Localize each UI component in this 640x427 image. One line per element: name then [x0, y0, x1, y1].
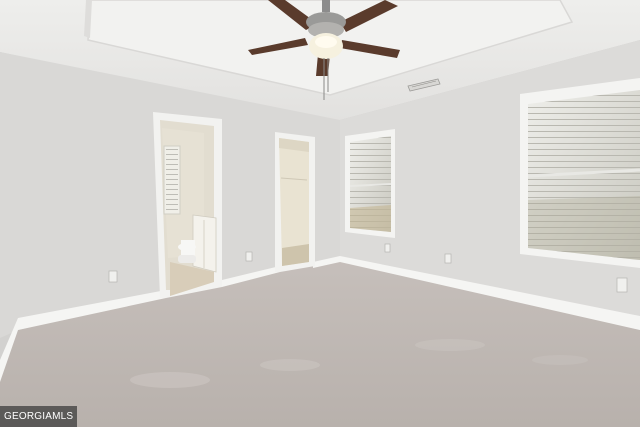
window-right[interactable] [520, 78, 640, 268]
outlet [616, 277, 628, 293]
closet-doorway[interactable] [275, 132, 315, 272]
room-photo: GEORGIAMLS [0, 0, 640, 427]
window-left[interactable] [345, 129, 395, 238]
outlet [108, 270, 118, 283]
outlet [245, 251, 253, 262]
outlet [444, 253, 452, 264]
bathroom-doorway[interactable] [153, 112, 222, 298]
outlet [384, 243, 391, 253]
watermark: GEORGIAMLS [0, 406, 78, 427]
room-scene [0, 0, 640, 427]
